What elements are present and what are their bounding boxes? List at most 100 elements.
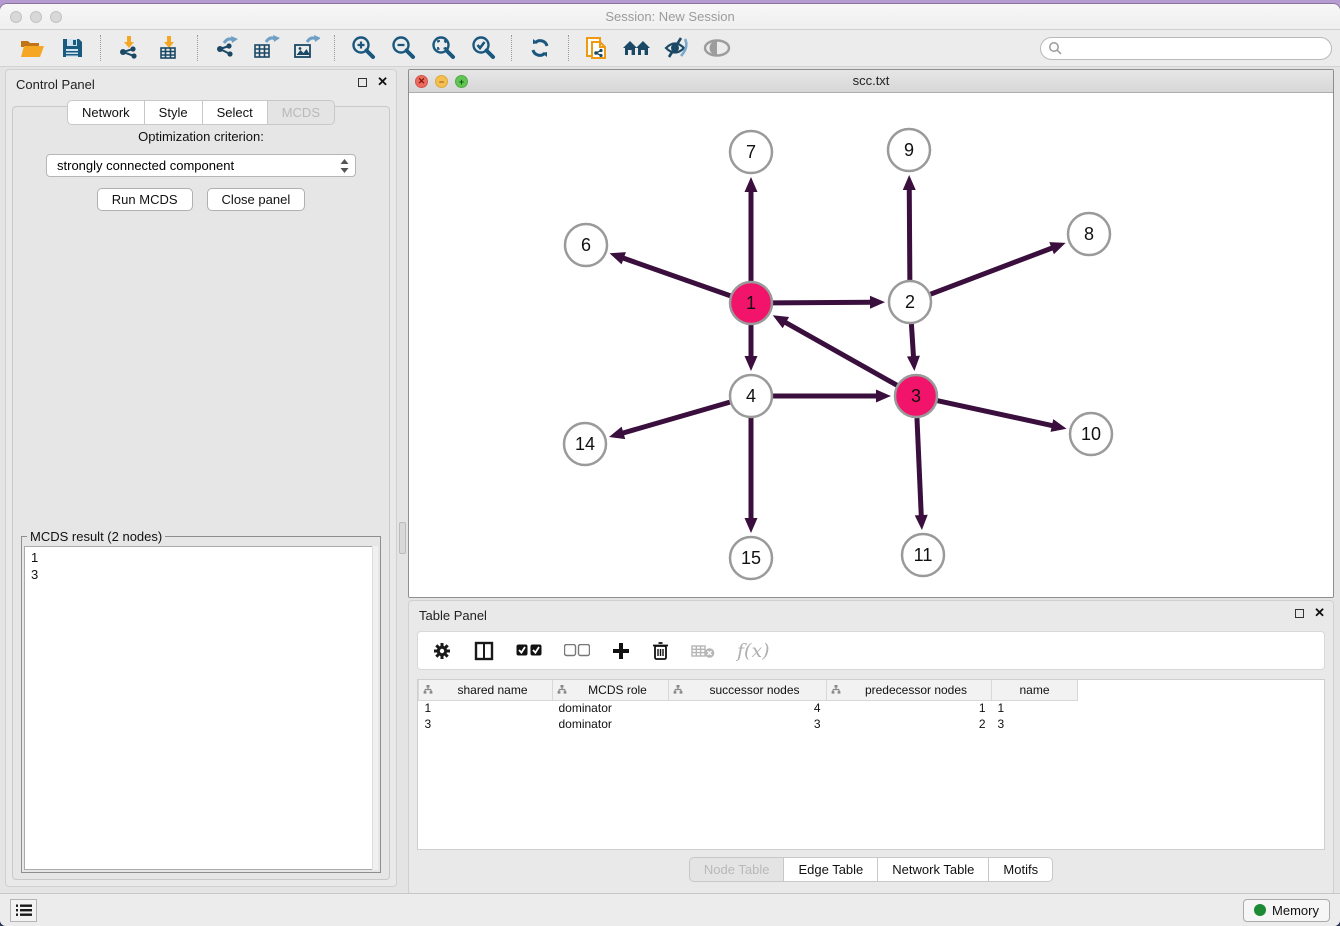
zoom-in-icon bbox=[350, 35, 376, 61]
close-panel-icon[interactable]: ✕ bbox=[377, 77, 388, 87]
graph-edge-2-9[interactable] bbox=[909, 187, 910, 280]
tab-network[interactable]: Network bbox=[67, 100, 145, 125]
graph-node-label: 9 bbox=[904, 140, 914, 160]
tab-edge-table[interactable]: Edge Table bbox=[784, 857, 878, 882]
graph-edge-2-8[interactable] bbox=[931, 247, 1055, 294]
export-table-button[interactable] bbox=[251, 34, 281, 62]
network-window-titlebar: ✕ − + scc.txt bbox=[409, 70, 1333, 93]
graph-edge-1-6[interactable] bbox=[621, 257, 730, 295]
tab-motifs[interactable]: Motifs bbox=[989, 857, 1053, 882]
node-table: shared name MCDS role successor nodes bbox=[418, 680, 1078, 732]
clone-network-button[interactable] bbox=[582, 34, 612, 62]
minimize-window-button[interactable] bbox=[30, 11, 42, 23]
zoom-fit-button[interactable] bbox=[428, 34, 458, 62]
unselect-all-columns-button[interactable] bbox=[564, 644, 590, 657]
list-icon bbox=[16, 904, 32, 917]
graph-node-label: 10 bbox=[1081, 424, 1101, 444]
zoom-window-button[interactable] bbox=[50, 11, 62, 23]
open-folder-icon bbox=[19, 37, 45, 59]
graph-edge-1-2[interactable] bbox=[773, 302, 873, 303]
application-window: Session: New Session bbox=[0, 4, 1340, 926]
task-history-button[interactable] bbox=[10, 899, 37, 922]
optimization-criterion-select[interactable]: strongly connected component bbox=[46, 154, 356, 177]
network-maximize-button[interactable]: + bbox=[455, 75, 468, 88]
birds-eye-view-button[interactable] bbox=[702, 34, 732, 62]
memory-label: Memory bbox=[1272, 903, 1319, 918]
close-panel-button[interactable]: Close panel bbox=[207, 188, 306, 211]
tab-node-table[interactable]: Node Table bbox=[689, 857, 785, 882]
titlebar: Session: New Session bbox=[0, 4, 1340, 30]
column-header-successor-nodes[interactable]: successor nodes bbox=[669, 680, 827, 700]
zoom-out-button[interactable] bbox=[388, 34, 418, 62]
table-row[interactable]: 3 dominator 3 2 3 bbox=[419, 716, 1078, 732]
memory-status-icon bbox=[1254, 904, 1266, 916]
close-window-button[interactable] bbox=[10, 11, 22, 23]
table-toolbar: f(x) bbox=[417, 631, 1325, 670]
panel-splitter[interactable] bbox=[399, 522, 406, 554]
network-graph: 1234678910111415 bbox=[409, 94, 1333, 598]
tab-network-table[interactable]: Network Table bbox=[878, 857, 989, 882]
select-stepper-icon bbox=[340, 159, 349, 173]
hierarchy-icon bbox=[423, 685, 433, 694]
open-session-button[interactable] bbox=[17, 34, 47, 62]
result-scrollbar[interactable] bbox=[372, 546, 378, 870]
float-panel-icon[interactable] bbox=[358, 78, 367, 87]
hierarchy-icon bbox=[557, 685, 567, 694]
table-options-button[interactable] bbox=[432, 641, 452, 661]
graph-edge-2-3[interactable] bbox=[911, 324, 913, 359]
graph-edge-arrowhead bbox=[745, 356, 758, 371]
delete-table-button[interactable] bbox=[691, 643, 715, 659]
zoom-out-icon bbox=[390, 35, 416, 61]
column-header-predecessor-nodes[interactable]: predecessor nodes bbox=[827, 680, 992, 700]
graph-edge-3-1[interactable] bbox=[783, 321, 897, 385]
mcds-result-text[interactable]: 1 3 bbox=[24, 546, 378, 870]
graph-edge-arrowhead bbox=[903, 175, 916, 190]
create-column-button[interactable] bbox=[612, 642, 630, 660]
graph-node-label: 11 bbox=[914, 545, 933, 565]
search-container bbox=[1040, 37, 1332, 60]
status-bar: Memory bbox=[0, 893, 1340, 926]
select-all-columns-button[interactable] bbox=[516, 644, 542, 657]
graph-edge-arrowhead bbox=[907, 356, 920, 371]
main-toolbar bbox=[0, 30, 1340, 67]
network-close-button[interactable]: ✕ bbox=[415, 75, 428, 88]
save-session-button[interactable] bbox=[57, 34, 87, 62]
graph-edge-3-11[interactable] bbox=[917, 418, 921, 518]
table-row[interactable]: 1 dominator 4 1 1 bbox=[419, 700, 1078, 716]
graph-edge-4-14[interactable] bbox=[621, 402, 730, 434]
export-image-button[interactable] bbox=[291, 34, 321, 62]
home-button[interactable] bbox=[622, 34, 652, 62]
memory-button[interactable]: Memory bbox=[1243, 899, 1330, 922]
import-table-button[interactable] bbox=[154, 34, 184, 62]
export-network-button[interactable] bbox=[211, 34, 241, 62]
toolbar-separator bbox=[334, 35, 335, 61]
delete-column-button[interactable] bbox=[652, 641, 669, 660]
tab-mcds[interactable]: MCDS bbox=[268, 100, 335, 125]
float-table-panel-icon[interactable] bbox=[1295, 609, 1304, 618]
plus-icon bbox=[612, 642, 630, 660]
function-builder-button[interactable]: f(x) bbox=[737, 640, 770, 662]
search-input[interactable] bbox=[1040, 37, 1332, 60]
column-header-name[interactable]: name bbox=[992, 680, 1078, 700]
show-graphics-details-button[interactable] bbox=[662, 34, 692, 62]
apply-layout-button[interactable] bbox=[525, 34, 555, 62]
import-network-button[interactable] bbox=[114, 34, 144, 62]
show-columns-button[interactable] bbox=[474, 641, 494, 661]
column-header-shared-name[interactable]: shared name bbox=[419, 680, 553, 700]
tab-style[interactable]: Style bbox=[145, 100, 203, 125]
zoom-in-button[interactable] bbox=[348, 34, 378, 62]
column-header-mcds-role[interactable]: MCDS role bbox=[553, 680, 669, 700]
graph-node-label: 15 bbox=[741, 548, 761, 568]
run-mcds-button[interactable]: Run MCDS bbox=[97, 188, 193, 211]
import-network-icon bbox=[116, 35, 142, 61]
zoom-selected-button[interactable] bbox=[468, 34, 498, 62]
graph-edge-3-10[interactable] bbox=[937, 401, 1054, 426]
checked-boxes-icon bbox=[516, 644, 542, 657]
hierarchy-icon bbox=[831, 685, 841, 694]
network-view-window: ✕ − + scc.txt 1234678910111415 bbox=[408, 69, 1334, 598]
network-canvas[interactable]: 1234678910111415 bbox=[409, 94, 1333, 597]
tab-select[interactable]: Select bbox=[203, 100, 268, 125]
network-minimize-button[interactable]: − bbox=[435, 75, 448, 88]
search-icon bbox=[1048, 41, 1063, 56]
close-table-panel-icon[interactable]: ✕ bbox=[1314, 608, 1325, 618]
